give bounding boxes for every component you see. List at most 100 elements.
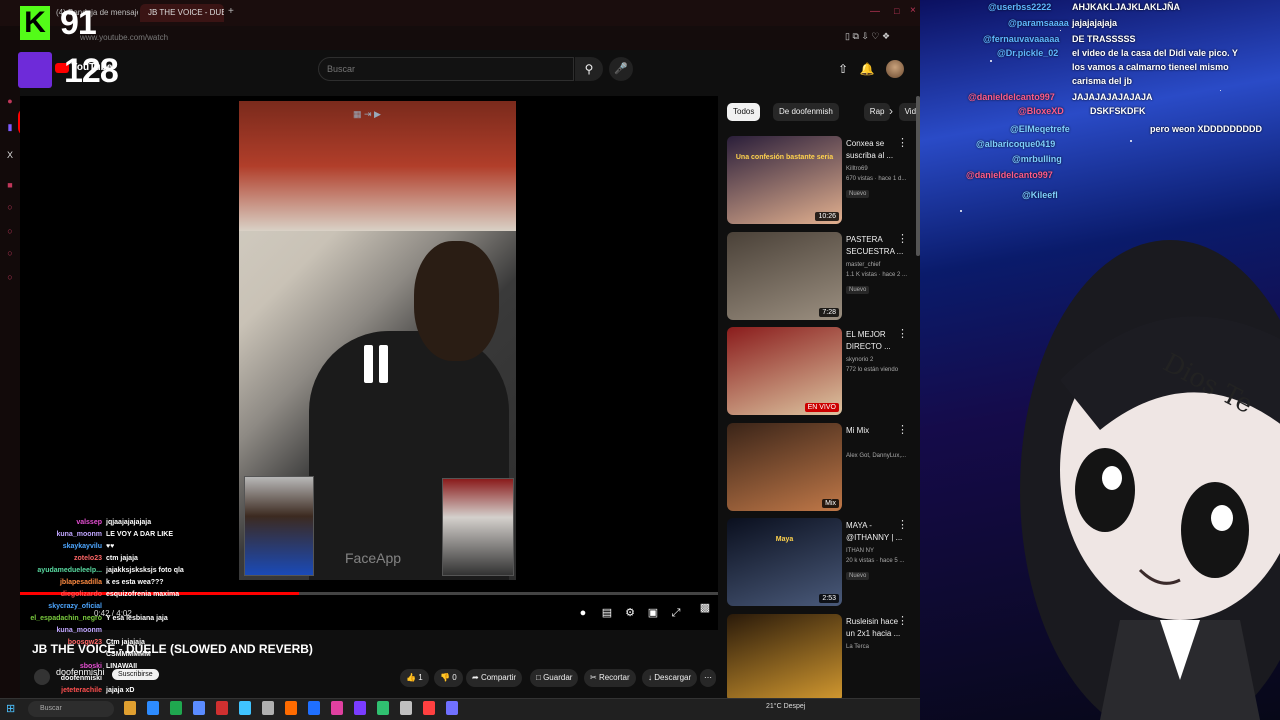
more-options-icon[interactable]: ⋮: [897, 614, 908, 627]
chat-username[interactable]: skycrazy_oficial: [30, 603, 102, 610]
recommendation-thumbnail[interactable]: [727, 613, 842, 702]
search-button[interactable]: ⚲: [575, 57, 603, 81]
taskbar-search[interactable]: Buscar: [28, 701, 114, 717]
chat-username[interactable]: @mrbulling: [1012, 154, 1062, 164]
download-button[interactable]: ↓ Descargar: [642, 669, 698, 687]
clip-button[interactable]: ✂ Recortar: [584, 669, 636, 687]
sidebar-twitch-icon[interactable]: ▮: [5, 122, 15, 132]
more-options-icon[interactable]: ⋮: [897, 232, 908, 245]
autoplay-toggle[interactable]: ●: [575, 605, 591, 621]
taskbar-app-icon[interactable]: [400, 701, 412, 715]
taskbar-app-icon[interactable]: [239, 701, 251, 715]
chat-username[interactable]: @userbss2222: [988, 2, 1051, 12]
pause-icon[interactable]: [362, 345, 390, 383]
taskbar-app-icon[interactable]: [446, 701, 458, 715]
sidebar-app-icon[interactable]: ■: [5, 180, 15, 190]
chat-username[interactable]: @Dr.pickle_02: [997, 48, 1058, 58]
search-input[interactable]: [318, 57, 574, 81]
sidebar-app-icon[interactable]: ○: [5, 226, 15, 236]
new-tab-button[interactable]: +: [228, 6, 234, 17]
maximize-icon[interactable]: □: [894, 6, 899, 16]
recommendation-channel[interactable]: La Terca: [846, 643, 908, 652]
more-options-icon[interactable]: ⋮: [897, 327, 908, 340]
chat-username[interactable]: diegolizardo: [30, 591, 102, 598]
chat-username[interactable]: valssep: [30, 519, 102, 526]
taskbar-app-icon[interactable]: [170, 701, 182, 715]
theater-icon[interactable]: ▩: [697, 600, 713, 616]
chat-username[interactable]: ayudamedueleelp...: [30, 567, 102, 574]
dislike-button[interactable]: 👎 0: [434, 669, 463, 687]
chat-username[interactable]: @albaricoque0419: [976, 139, 1055, 149]
settings-icon[interactable]: ⚙: [622, 605, 638, 621]
miniplayer-icon[interactable]: ▣: [645, 605, 661, 621]
recommendation-thumbnail[interactable]: Mix: [727, 422, 842, 511]
chat-username[interactable]: kuna_moonm: [30, 531, 102, 538]
recommendation-channel[interactable]: Killtro69: [846, 165, 908, 174]
upload-icon[interactable]: ⇧: [834, 60, 852, 78]
taskbar-app-icon[interactable]: [193, 701, 205, 715]
taskbar-app-icon[interactable]: [124, 701, 136, 715]
voice-search-button[interactable]: 🎤: [609, 57, 633, 81]
taskbar-app-icon[interactable]: [285, 701, 297, 715]
recommendation-thumbnail[interactable]: EN VIVO: [727, 327, 842, 415]
recommendation-channel[interactable]: ITHAN NY: [846, 547, 908, 556]
avatar[interactable]: [886, 60, 904, 78]
sidebar-app-icon[interactable]: ○: [5, 248, 15, 258]
browser-toolbar-icons[interactable]: ▯ ⧉ ⇩ ♡ ❖: [845, 31, 890, 42]
taskbar-app-icon[interactable]: [262, 701, 274, 715]
chat-username[interactable]: @Kileefl: [1022, 190, 1058, 200]
taskbar-app-icon[interactable]: [331, 701, 343, 715]
chat-username[interactable]: zotelo23: [30, 555, 102, 562]
windows-start-icon[interactable]: ⊞: [6, 702, 15, 715]
recommendation-channel[interactable]: skynorio 2: [846, 356, 908, 365]
taskbar-app-icon[interactable]: [308, 701, 320, 715]
sidebar-app-icon[interactable]: ○: [5, 272, 15, 282]
minimize-icon[interactable]: —: [870, 6, 880, 17]
more-options-icon[interactable]: ⋮: [897, 136, 908, 149]
close-icon[interactable]: ×: [910, 5, 916, 16]
chat-username[interactable]: jblapesadilla: [30, 579, 102, 586]
chat-username[interactable]: @danieldelcanto997: [966, 170, 1053, 180]
recommendation-channel[interactable]: master_chief: [846, 261, 908, 270]
like-button[interactable]: 👍 1: [400, 669, 429, 687]
chat-username[interactable]: @BloxeXD: [1018, 106, 1064, 116]
subscribe-button[interactable]: Suscribirse: [112, 669, 159, 680]
subtitles-icon[interactable]: ▤: [599, 605, 615, 621]
taskbar-app-icon[interactable]: [423, 701, 435, 715]
chat-username[interactable]: kuna_moonm: [30, 627, 102, 634]
sidebar-app-icon[interactable]: ○: [5, 202, 15, 212]
tab-youtube[interactable]: JB THE VOICE - DUE: [140, 4, 224, 22]
more-actions-button[interactable]: ⋯: [700, 669, 716, 687]
filter-chip[interactable]: De doofenmish: [773, 103, 839, 121]
share-button[interactable]: ➦ Compartir: [466, 669, 523, 687]
chat-username[interactable]: doofenmiski: [30, 675, 102, 682]
taskbar-app-icon[interactable]: [354, 701, 366, 715]
sidebar-app-icon[interactable]: ●: [5, 96, 15, 106]
filter-chip[interactable]: Rap: [863, 103, 891, 121]
weather-widget[interactable]: 21°C Despej: [766, 703, 805, 710]
taskbar-app-icon[interactable]: [377, 701, 389, 715]
chat-username[interactable]: @ElMeqetrefe: [1010, 124, 1070, 134]
sidebar-x-icon[interactable]: X: [5, 150, 15, 160]
notifications-icon[interactable]: 🔔: [858, 60, 876, 78]
chat-username[interactable]: sboski: [30, 663, 102, 670]
save-button[interactable]: □ Guardar: [530, 669, 579, 687]
taskbar-app-icon[interactable]: [147, 701, 159, 715]
recommendation-thumbnail[interactable]: Una confesión bastante seria 10:26: [727, 136, 842, 224]
taskbar-app-icon[interactable]: [216, 701, 228, 715]
filter-chip[interactable]: Todos: [727, 103, 761, 121]
more-options-icon[interactable]: ⋮: [897, 423, 908, 436]
chevron-right-icon[interactable]: ›: [889, 104, 893, 118]
chat-username[interactable]: @paramsaaaa: [1008, 18, 1069, 28]
recommendation-thumbnail[interactable]: Maya 2:53: [727, 518, 842, 606]
chat-username[interactable]: skaykayvilu: [30, 543, 102, 550]
chat-username[interactable]: @danieldelcanto997: [968, 92, 1055, 102]
fullscreen-icon[interactable]: ⤢: [668, 605, 684, 621]
more-options-icon[interactable]: ⋮: [897, 518, 908, 531]
chat-username[interactable]: el_espadachin_negro: [30, 615, 102, 622]
recommendation-thumbnail[interactable]: 7:28: [727, 231, 842, 320]
chat-username[interactable]: @fernauvavaaaaa: [983, 34, 1059, 44]
chat-username[interactable]: boosgw23: [30, 639, 102, 646]
chat-username[interactable]: jeteterachile: [30, 687, 102, 694]
recommendation-channel[interactable]: Alex Got, DannyLux,...: [846, 452, 908, 461]
